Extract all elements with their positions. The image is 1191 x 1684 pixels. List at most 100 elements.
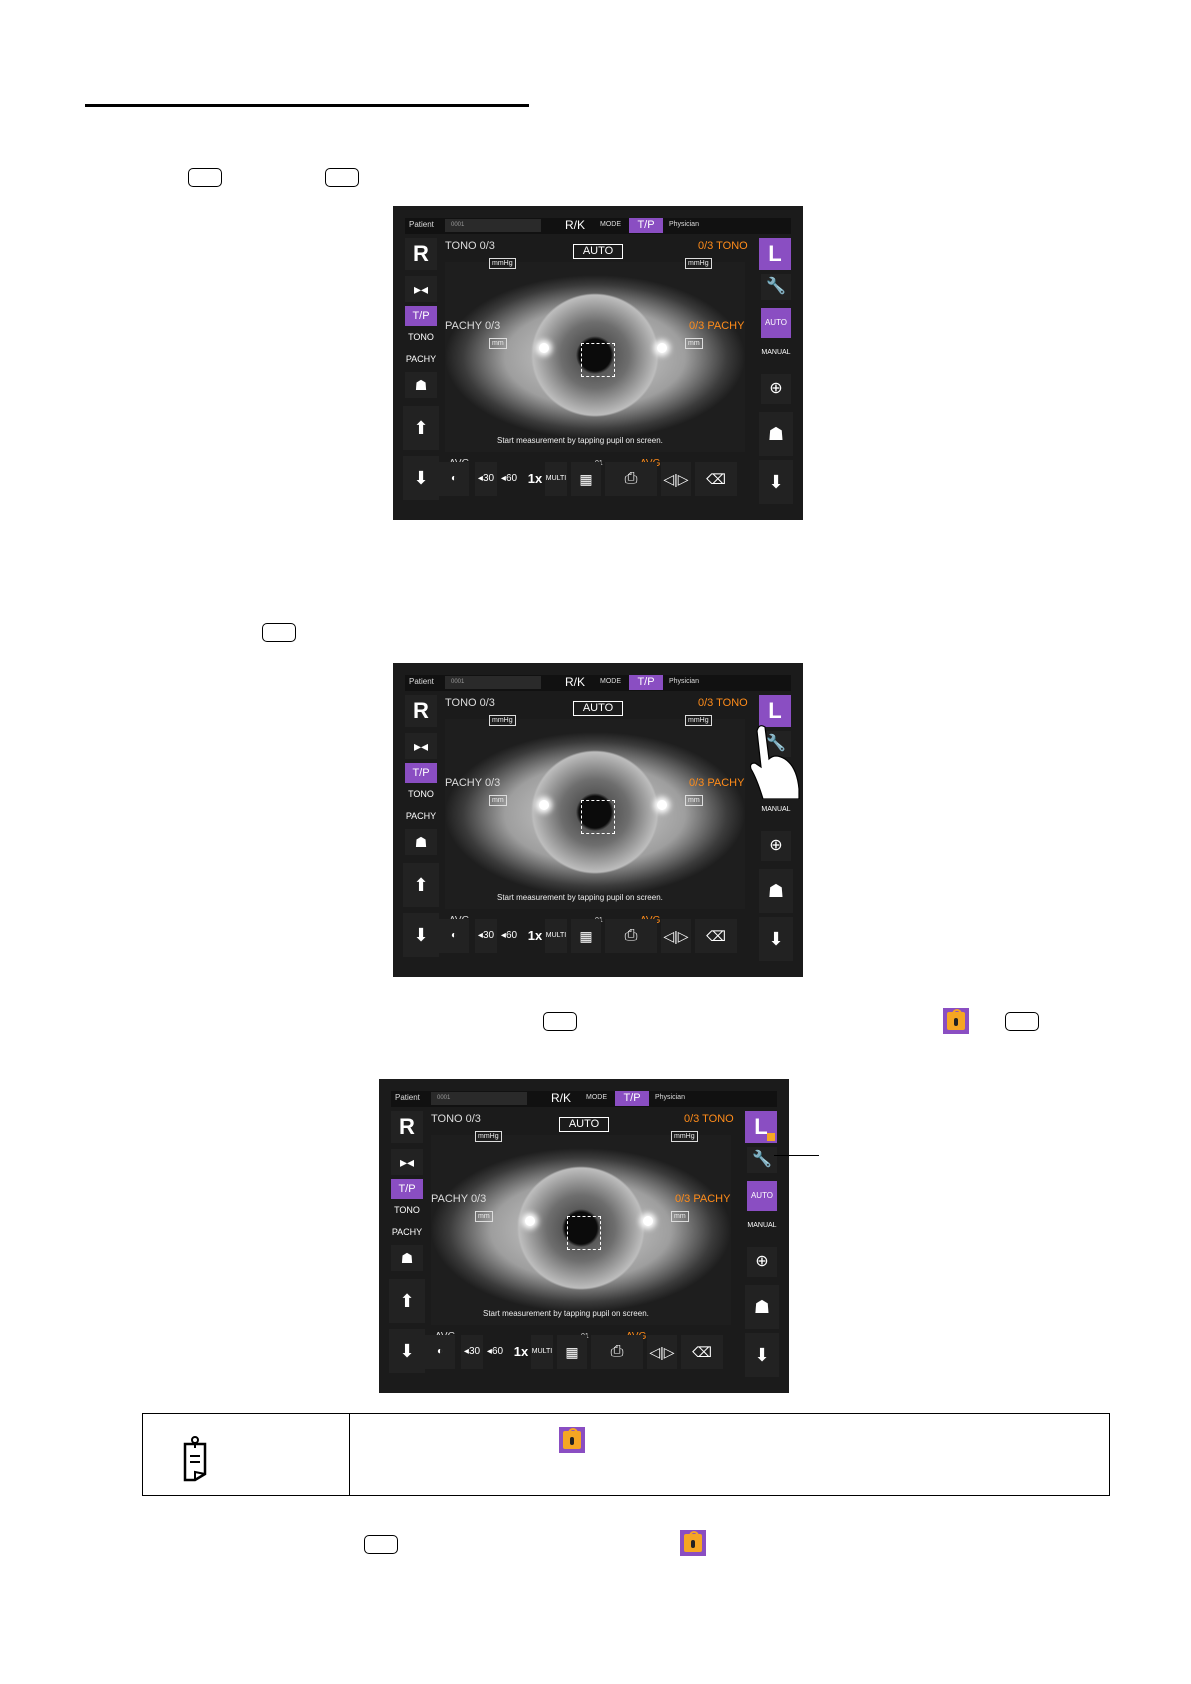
auto-button[interactable]: AUTO <box>747 1181 777 1211</box>
up-arrow-button[interactable]: ☗ <box>759 869 793 913</box>
tp-button[interactable]: T/P <box>405 763 437 783</box>
tp-button[interactable]: T/P <box>391 1179 423 1199</box>
pachy-button[interactable]: PACHY <box>389 1223 425 1241</box>
right-eye-button[interactable]: R <box>391 1111 423 1143</box>
btn-60[interactable]: ◂60 <box>483 1335 507 1369</box>
btn-30[interactable]: ◂30 <box>475 919 497 953</box>
print-icon[interactable]: ⎙ <box>605 919 657 953</box>
tono-button[interactable]: TONO <box>403 328 439 346</box>
mode-label: MODE <box>600 221 621 228</box>
mode-tp-button[interactable]: T/P <box>629 218 663 233</box>
physician-label[interactable]: Physician <box>669 678 699 685</box>
chin-icon-button[interactable]: ▸◂ <box>405 733 437 759</box>
down-arrow-button[interactable]: ⬇ <box>759 917 793 961</box>
right-eye-button[interactable]: R <box>405 238 437 270</box>
patient-label: Patient <box>395 1093 420 1102</box>
btn-30[interactable]: ◂30 <box>475 462 497 496</box>
physician-label[interactable]: Physician <box>669 221 699 228</box>
wrench-icon[interactable]: 🔧 <box>747 1147 777 1173</box>
btn-multi[interactable]: MULTI <box>545 462 567 496</box>
tono-button[interactable]: TONO <box>403 785 439 803</box>
manual-button[interactable]: MANUAL <box>745 1215 779 1237</box>
rk-label[interactable]: R/K <box>551 1091 571 1105</box>
eraser-icon[interactable]: ⌫ <box>695 919 737 953</box>
mirror-icon[interactable]: ◁|▷ <box>661 462 691 496</box>
unit-mmhg-left: mmHg <box>489 715 516 726</box>
pachy-button[interactable]: PACHY <box>403 807 439 825</box>
unit-mmhg-left: mmHg <box>475 1131 502 1142</box>
btn-1x[interactable]: 1x <box>525 919 545 953</box>
table-icon[interactable]: ▦ <box>571 462 601 496</box>
patient-id-field[interactable]: 0001 <box>431 1092 527 1105</box>
crosshair-icon[interactable]: ⊕ <box>747 1247 777 1277</box>
btn-multi[interactable]: MULTI <box>545 919 567 953</box>
eye-toggle-button[interactable]: ◐ <box>439 919 469 953</box>
down-arrow-button[interactable]: ⬇ <box>745 1333 779 1377</box>
manual-button[interactable]: MANUAL <box>759 799 793 821</box>
patient-id-field[interactable]: 0001 <box>445 676 541 689</box>
patient-id-field[interactable]: 0001 <box>445 219 541 232</box>
chinrest-up-button[interactable]: ⬆ <box>403 863 439 907</box>
mode-tp-button[interactable]: T/P <box>615 1091 649 1106</box>
rk-label[interactable]: R/K <box>565 675 585 689</box>
pachy-left-label: PACHY 0/3 <box>445 320 501 332</box>
btn-30[interactable]: ◂30 <box>461 1335 483 1369</box>
tono-button[interactable]: TONO <box>389 1201 425 1219</box>
eye-toggle-button[interactable]: ◐ <box>425 1335 455 1369</box>
physician-label[interactable]: Physician <box>655 1094 685 1101</box>
mode-tp-button[interactable]: T/P <box>629 675 663 690</box>
up-arrow-button[interactable]: ☗ <box>759 412 793 456</box>
unit-mmhg-left: mmHg <box>489 258 516 269</box>
chin-icon-button[interactable]: ▸◂ <box>391 1149 423 1175</box>
lock-icon <box>943 1008 969 1034</box>
eye-toggle-button[interactable]: ◐ <box>439 462 469 496</box>
manual-button[interactable]: MANUAL <box>759 342 793 364</box>
mode-label: MODE <box>600 678 621 685</box>
mirror-icon[interactable]: ◁|▷ <box>647 1335 677 1369</box>
chinrest-down-button[interactable]: ⬇ <box>403 913 439 957</box>
crosshair-icon[interactable]: ⊕ <box>761 831 791 861</box>
patient-icon-button[interactable]: ☗ <box>405 372 437 398</box>
patient-icon-button[interactable]: ☗ <box>405 829 437 855</box>
alignment-target <box>567 1216 601 1250</box>
down-arrow-button[interactable]: ⬇ <box>759 460 793 504</box>
auto-indicator: AUTO <box>573 701 623 716</box>
eraser-icon[interactable]: ⌫ <box>695 462 737 496</box>
btn-1x[interactable]: 1x <box>511 1335 531 1369</box>
wrench-icon[interactable]: 🔧 <box>761 274 791 300</box>
up-arrow-button[interactable]: ☗ <box>745 1285 779 1329</box>
unit-mmhg-right: mmHg <box>671 1131 698 1142</box>
table-icon[interactable]: ▦ <box>571 919 601 953</box>
device-screen-3: Patient 0001 R/K MODE T/P Physician R L … <box>379 1079 789 1393</box>
chinrest-down-button[interactable]: ⬇ <box>389 1329 425 1373</box>
crosshair-icon[interactable]: ⊕ <box>761 374 791 404</box>
bottom-toolbar: ◐ ◂30 ◂60 1x MULTI ▦ ⎙ ◁|▷ ⌫ <box>439 919 757 955</box>
chinrest-up-button[interactable]: ⬆ <box>403 406 439 450</box>
chinrest-down-button[interactable]: ⬇ <box>403 456 439 500</box>
auto-indicator: AUTO <box>559 1117 609 1132</box>
print-icon[interactable]: ⎙ <box>591 1335 643 1369</box>
pachy-button[interactable]: PACHY <box>403 350 439 368</box>
unit-mm-left: mm <box>489 338 507 349</box>
mirror-icon[interactable]: ◁|▷ <box>661 919 691 953</box>
auto-indicator: AUTO <box>573 244 623 259</box>
instruction-message: Start measurement by tapping pupil on sc… <box>483 1309 649 1318</box>
auto-button[interactable]: AUTO <box>761 308 791 338</box>
chinrest-up-button[interactable]: ⬆ <box>389 1279 425 1323</box>
eraser-icon[interactable]: ⌫ <box>681 1335 723 1369</box>
tp-button[interactable]: T/P <box>405 306 437 326</box>
left-eye-button[interactable]: L <box>745 1111 777 1143</box>
mode-label: MODE <box>586 1094 607 1101</box>
btn-60[interactable]: ◂60 <box>497 919 521 953</box>
print-icon[interactable]: ⎙ <box>605 462 657 496</box>
btn-multi[interactable]: MULTI <box>531 1335 553 1369</box>
pachy-right-label: 0/3 PACHY <box>675 1193 731 1205</box>
patient-icon-button[interactable]: ☗ <box>391 1245 423 1271</box>
chin-icon-button[interactable]: ▸◂ <box>405 276 437 302</box>
left-eye-button[interactable]: L <box>759 238 791 270</box>
btn-60[interactable]: ◂60 <box>497 462 521 496</box>
table-icon[interactable]: ▦ <box>557 1335 587 1369</box>
right-eye-button[interactable]: R <box>405 695 437 727</box>
btn-1x[interactable]: 1x <box>525 462 545 496</box>
rk-label[interactable]: R/K <box>565 218 585 232</box>
